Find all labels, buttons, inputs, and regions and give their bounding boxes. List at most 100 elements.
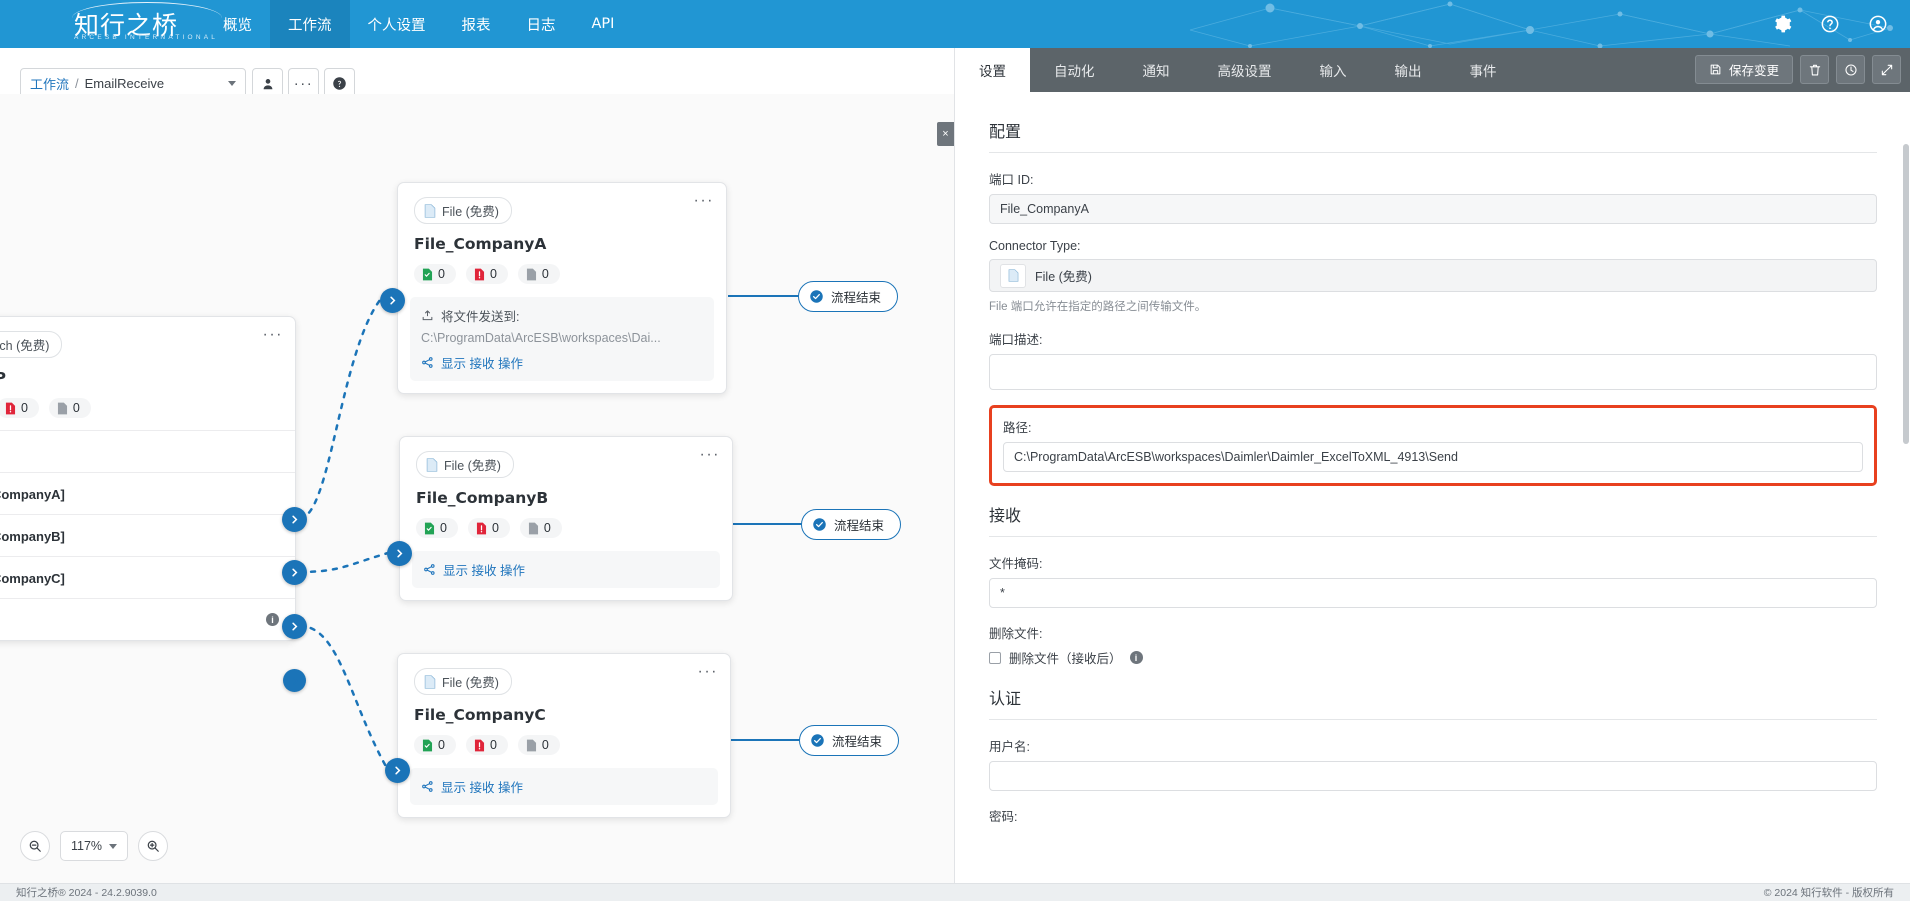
branch-rule-label: 局匹配 [CompanyA] <box>0 484 65 503</box>
delete-port-button[interactable] <box>1800 55 1829 84</box>
port-desc-textarea[interactable] <box>989 354 1877 390</box>
count-error[interactable]: 0 <box>468 518 510 538</box>
branch-output-arrow-b[interactable] <box>282 560 307 585</box>
card-menu-icon[interactable]: ··· <box>698 664 718 680</box>
account-icon[interactable] <box>1868 14 1888 34</box>
delete-file-checkbox[interactable] <box>989 652 1001 664</box>
delete-file-checkbox-label: 删除文件（接收后） <box>1009 648 1122 667</box>
node-input-arrow-b[interactable] <box>387 541 412 566</box>
node-card-file-companyc[interactable]: File (免费) ··· File_CompanyC 0 0 <box>397 653 731 818</box>
count-success[interactable]: 0 <box>416 518 458 538</box>
history-button[interactable] <box>1836 55 1865 84</box>
branch-card-counts: 0 0 0 <box>0 398 295 418</box>
zoom-out-button[interactable] <box>20 831 50 861</box>
branch-else-row[interactable]: 则 i i <box>0 598 295 640</box>
help-icon[interactable] <box>1820 14 1840 34</box>
connector-type-select[interactable]: File (免费) <box>989 259 1877 292</box>
nav-item-workflow[interactable]: 工作流 <box>270 0 350 48</box>
branch-rule-label: 局匹配 [CompanyC] <box>0 568 65 587</box>
count-error[interactable]: 0 <box>466 735 508 755</box>
port-id-input[interactable]: File_CompanyA <box>989 194 1877 224</box>
file-mask-label: 文件掩码: <box>989 553 1877 572</box>
branch-else-arrow[interactable] <box>283 669 306 692</box>
header-icon-group <box>1772 0 1888 48</box>
zoom-level-select[interactable]: 117% <box>60 831 128 861</box>
card-menu-icon[interactable]: ··· <box>694 193 714 209</box>
chevron-right-icon <box>289 514 300 525</box>
breadcrumb-root[interactable]: 工作流 <box>30 74 69 93</box>
panel-tool-group: 保存变更 <box>1695 55 1901 84</box>
file-error-icon <box>5 402 16 415</box>
show-receive-actions-link[interactable]: 显示 接收 操作 <box>421 353 703 372</box>
nav-item-api[interactable]: API <box>574 0 633 48</box>
chevron-down-icon[interactable] <box>228 81 236 86</box>
count-success[interactable]: 0 <box>414 735 456 755</box>
node-card-file-companyb[interactable]: File (免费) ··· File_CompanyB 0 0 <box>399 436 733 601</box>
count-error[interactable]: 0 <box>466 264 508 284</box>
save-changes-button[interactable]: 保存变更 <box>1695 55 1793 84</box>
nav-item-reports[interactable]: 报表 <box>444 0 509 48</box>
show-receive-actions-link[interactable]: 显示 接收 操作 <box>423 560 709 579</box>
nav-item-logs[interactable]: 日志 <box>509 0 574 48</box>
count-success[interactable]: 0 <box>414 264 456 284</box>
count-pending[interactable]: 0 <box>49 398 91 418</box>
panel-scrollbar[interactable] <box>1902 140 1910 901</box>
workflow-canvas[interactable]: Branch (免费) ··· nch_TP 0 0 <box>0 94 954 883</box>
branch-output-arrow-c[interactable] <box>282 614 307 639</box>
flow-end-pill-c[interactable]: 流程结束 <box>799 725 899 756</box>
flow-end-pill-b[interactable]: 流程结束 <box>801 509 901 540</box>
zoom-in-button[interactable] <box>138 831 168 861</box>
warning-info-icon[interactable]: i <box>266 613 279 626</box>
branch-node-card[interactable]: Branch (免费) ··· nch_TP 0 0 <box>0 316 296 641</box>
branch-rule-row[interactable]: 局匹配 [CompanyA] <box>0 472 295 514</box>
count-pending[interactable]: 0 <box>520 518 562 538</box>
tab-automation[interactable]: 自动化 <box>1030 48 1119 92</box>
card-menu-icon[interactable]: ··· <box>700 447 720 463</box>
count-pending[interactable]: 0 <box>518 264 560 284</box>
path-input[interactable]: C:\ProgramData\ArcESB\workspaces\Daimler… <box>1003 442 1863 472</box>
show-receive-actions-label: 显示 接收 操作 <box>441 777 523 796</box>
file-success-icon <box>422 268 433 281</box>
save-changes-label: 保存变更 <box>1729 60 1779 79</box>
node-input-arrow-c[interactable] <box>385 758 410 783</box>
tab-settings[interactable]: 设置 <box>955 48 1030 92</box>
file-mask-input[interactable]: * <box>989 578 1877 608</box>
count-success-value: 0 <box>438 267 445 281</box>
show-receive-actions-link[interactable]: 显示 接收 操作 <box>421 777 707 796</box>
file-pending-icon <box>57 402 68 415</box>
tab-events[interactable]: 事件 <box>1446 48 1521 92</box>
section-divider <box>989 536 1877 537</box>
branch-card-menu-icon[interactable]: ··· <box>263 327 283 343</box>
delete-file-checkbox-row[interactable]: 删除文件（接收后） i <box>989 648 1877 667</box>
tab-notification[interactable]: 通知 <box>1119 48 1194 92</box>
count-error-value: 0 <box>492 521 499 535</box>
nav-item-overview[interactable]: 概览 <box>205 0 270 48</box>
node-card-file-companya[interactable]: File (免费) ··· File_CompanyA 0 0 <box>397 182 727 394</box>
card-counts: 0 0 0 <box>416 518 732 538</box>
card-footer: 显示 接收 操作 <box>410 768 718 805</box>
count-error-value: 0 <box>490 267 497 281</box>
count-success-value: 0 <box>440 521 447 535</box>
info-icon[interactable]: i <box>1130 651 1143 664</box>
tab-output[interactable]: 输出 <box>1371 48 1446 92</box>
tab-advanced[interactable]: 高级设置 <box>1194 48 1296 92</box>
branch-rule-row[interactable]: 局匹配 [CompanyB] <box>0 514 295 556</box>
tab-input[interactable]: 输入 <box>1296 48 1371 92</box>
panel-scroll-thumb[interactable] <box>1903 144 1909 444</box>
count-pending[interactable]: 0 <box>518 735 560 755</box>
panel-collapse-toggle[interactable]: × <box>937 122 954 146</box>
nav-item-settings[interactable]: 个人设置 <box>350 0 444 48</box>
port-desc-label: 端口描述: <box>989 329 1877 348</box>
send-to-path: C:\ProgramData\ArcESB\workspaces\Dai... <box>421 331 703 345</box>
count-pending-value: 0 <box>544 521 551 535</box>
branch-type-pill: Branch (免费) <box>0 331 62 358</box>
branch-output-arrow-a[interactable] <box>282 507 307 532</box>
node-input-arrow-a[interactable] <box>380 288 405 313</box>
username-input[interactable] <box>989 761 1877 791</box>
branch-rule-row[interactable]: 局匹配 [CompanyC] <box>0 556 295 598</box>
field-file-mask: 文件掩码: * <box>989 553 1877 608</box>
gear-icon[interactable] <box>1772 14 1792 34</box>
count-error[interactable]: 0 <box>0 398 39 418</box>
flow-end-pill-a[interactable]: 流程结束 <box>798 281 898 312</box>
expand-panel-button[interactable] <box>1872 55 1901 84</box>
